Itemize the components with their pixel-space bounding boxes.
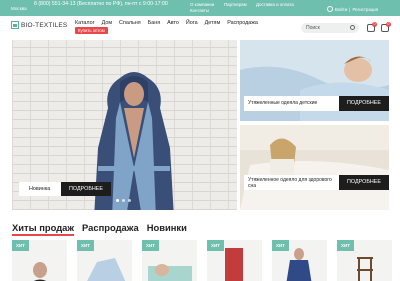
- search-placeholder: Поиск: [306, 25, 320, 31]
- register-link[interactable]: Регистрация: [352, 7, 378, 12]
- product-card[interactable]: ХИТ: [337, 240, 392, 281]
- cart-icon[interactable]: 0: [381, 22, 391, 32]
- woman-in-bed-image: [240, 125, 389, 210]
- product-card[interactable]: ХИТ: [12, 240, 67, 281]
- logo-text: BIO-TEXTILES: [21, 21, 68, 29]
- tab-bestsellers[interactable]: Хиты продаж: [12, 222, 75, 236]
- link-partners[interactable]: Партнерам: [224, 2, 256, 7]
- favorites-count: 0: [372, 22, 377, 27]
- hit-badge: ХИТ: [77, 240, 94, 251]
- card-label-text: Утяжеленное одеяло для здорового сна: [244, 175, 339, 190]
- hero-label: Новинка ПОДРОБНЕЕ: [19, 182, 111, 196]
- card-more-button[interactable]: ПОДРОБНЕЕ: [339, 175, 389, 190]
- promo-card-kids-blankets[interactable]: Утяжеленные одеяла детские ПОДРОБНЕЕ: [240, 40, 389, 121]
- product-card[interactable]: ХИТ: [77, 240, 132, 281]
- wholesale-badge[interactable]: Купить оптом: [75, 27, 108, 34]
- product-row: ХИТ ХИТ ХИТ ХИТ ХИТ ХИТ: [12, 240, 392, 281]
- hero-slider[interactable]: Новинка ПОДРОБНЕЕ: [12, 40, 237, 210]
- top-links: О компании Партнерам Доставка и оплата К…: [190, 2, 306, 13]
- slider-dot-3[interactable]: [128, 199, 131, 202]
- tab-sale[interactable]: Распродажа: [82, 222, 139, 236]
- main-nav: Каталог Дом Спальня Баня Авто Йога Детям…: [75, 20, 258, 26]
- card-label: Утяжеленное одеяло для здорового сна ПОД…: [244, 175, 389, 190]
- card-label-text: Утяжеленные одеяла детские: [244, 96, 339, 111]
- logo[interactable]: BIO-TEXTILES: [11, 21, 67, 29]
- link-about[interactable]: О компании: [190, 2, 224, 7]
- search-input[interactable]: Поиск: [301, 23, 359, 33]
- cart-count: 0: [386, 22, 391, 27]
- card-label: Утяжеленные одеяла детские ПОДРОБНЕЕ: [244, 96, 389, 111]
- nav-kids[interactable]: Детям: [205, 20, 221, 26]
- slider-dots: [116, 199, 131, 202]
- product-card[interactable]: ХИТ: [142, 240, 197, 281]
- promo-card-weighted-blanket[interactable]: Утяжеленное одеяло для здорового сна ПОД…: [240, 125, 389, 210]
- nav-yoga[interactable]: Йога: [186, 20, 198, 26]
- user-icon: [327, 6, 333, 12]
- header-icons: 0 0: [367, 22, 391, 32]
- city-selector[interactable]: Москва: [11, 6, 27, 11]
- slider-dot-2[interactable]: [122, 199, 125, 202]
- hit-badge: ХИТ: [142, 240, 159, 251]
- nav-auto[interactable]: Авто: [167, 20, 179, 26]
- hit-badge: ХИТ: [12, 240, 29, 251]
- search-icon[interactable]: [350, 25, 355, 30]
- product-card[interactable]: ХИТ: [272, 240, 327, 281]
- card-more-button[interactable]: ПОДРОБНЕЕ: [339, 96, 389, 111]
- nav-sale[interactable]: Распродажа: [227, 20, 258, 26]
- slider-dot-1[interactable]: [116, 199, 119, 202]
- nav-bath[interactable]: Баня: [148, 20, 160, 26]
- tab-new[interactable]: Новинки: [147, 222, 187, 236]
- auth-links: Войти | Регистрация: [327, 6, 378, 12]
- favorites-icon[interactable]: 0: [367, 22, 377, 32]
- header: BIO-TEXTILES Каталог Дом Спальня Баня Ав…: [0, 16, 400, 38]
- product-card[interactable]: ХИТ: [207, 240, 262, 281]
- top-bar: Москва 8 (800) 551-34-13 (Бесплатно по Р…: [0, 0, 400, 16]
- product-tabs: Хиты продаж Распродажа Новинки: [12, 222, 187, 236]
- link-contacts[interactable]: Контакты: [190, 8, 224, 13]
- nav-home[interactable]: Дом: [102, 20, 112, 26]
- hit-badge: ХИТ: [272, 240, 289, 251]
- phone-number[interactable]: 8 (800) 551-34-13 (Бесплатно по РФ), пн-…: [34, 1, 204, 7]
- login-link[interactable]: Войти: [335, 7, 347, 12]
- hero-label-text: Новинка: [19, 182, 61, 196]
- logo-icon: [11, 21, 19, 29]
- hit-badge: ХИТ: [337, 240, 354, 251]
- hit-badge: ХИТ: [207, 240, 224, 251]
- nav-bedroom[interactable]: Спальня: [119, 20, 141, 26]
- hero-more-button[interactable]: ПОДРОБНЕЕ: [61, 182, 111, 196]
- link-delivery[interactable]: Доставка и оплата: [256, 2, 306, 7]
- nav-catalog[interactable]: Каталог: [75, 20, 95, 26]
